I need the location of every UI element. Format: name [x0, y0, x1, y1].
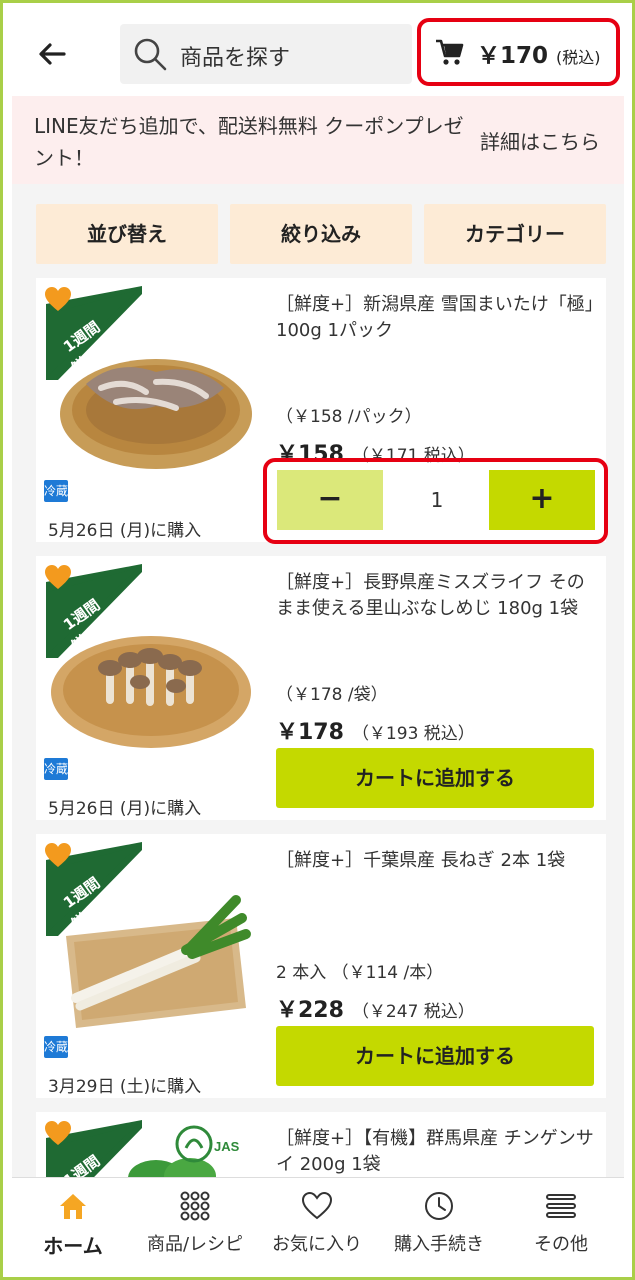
purchase-date: 5月26日 (月)に購入 [48, 799, 202, 819]
product-image-shimeji [51, 636, 251, 748]
promo-banner: LINE友だち追加で、配送料無料 クーポンプレゼント！ 詳細はこちら [12, 96, 624, 184]
add-to-cart-button[interactable]: カートに追加する [276, 1026, 594, 1086]
unit-price: 2 本入 （￥114 /本） [276, 963, 444, 983]
favorite-heart-icon[interactable] [44, 842, 72, 868]
search-input[interactable]: 商品を探す [120, 24, 412, 84]
cart-icon [436, 39, 464, 65]
product-price: ￥228 （￥247 税込） [276, 998, 475, 1023]
search-icon [134, 38, 167, 71]
nav-other[interactable]: その他 [500, 1178, 622, 1272]
filter-button[interactable]: 絞り込み [230, 204, 412, 264]
favorite-heart-icon[interactable] [44, 564, 72, 590]
purchase-date: 3月29日 (土)に購入 [48, 1077, 202, 1097]
unit-price: （￥158 /パック） [276, 407, 422, 427]
sort-button[interactable]: 並び替え [36, 204, 218, 264]
clock-icon [425, 1192, 453, 1220]
jas-organic-logo: JAS [175, 1125, 240, 1163]
cart-amount: ￥170 (税込) [477, 43, 601, 69]
decrease-quantity-button[interactable]: − [277, 470, 383, 530]
product-card[interactable]: 1週間鮮度保証 JAS ［鮮度+］【有機】群馬県産 チンゲンサイ 200g 1袋 [36, 1112, 606, 1177]
nav-checkout[interactable]: 購入手続き [378, 1178, 500, 1272]
product-name[interactable]: ［鮮度+］新潟県産 雪国まいたけ「極」100g 1パック [276, 292, 596, 344]
home-icon [60, 1194, 86, 1219]
bottom-navigation: ホーム 商品/レシピ お気に入り 購入手続き その他 [12, 1177, 624, 1271]
product-name[interactable]: ［鮮度+］千葉県産 長ねぎ 2本 1袋 [276, 848, 596, 874]
promo-message: LINE友だち追加で、配送料無料 クーポンプレゼント！ [34, 114, 464, 170]
nav-favorites[interactable]: お気に入り [256, 1178, 378, 1272]
heart-icon [301, 1191, 333, 1220]
favorite-heart-icon[interactable] [44, 1120, 72, 1146]
category-button[interactable]: カテゴリー [424, 204, 606, 264]
product-image-maitake [60, 359, 252, 469]
search-placeholder: 商品を探す [180, 46, 291, 71]
cart-total-button[interactable]: ￥170 (税込) [417, 18, 620, 86]
unit-price: （￥178 /袋） [276, 685, 388, 705]
header: 商品を探す ￥170 (税込) [12, 14, 624, 94]
promo-details-link[interactable]: 詳細はこちら [480, 126, 600, 155]
product-card[interactable]: 1週間 鮮度保証 冷蔵 5月26日 (月)に購入 ［鮮度+］長野県産ミスズライフ … [36, 556, 606, 820]
menu-icon [546, 1194, 576, 1218]
purchase-date: 5月26日 (月)に購入 [48, 521, 202, 541]
svg-text:JAS: JAS [214, 1139, 240, 1154]
refrigerated-badge: 冷蔵 [44, 758, 68, 780]
favorite-heart-icon[interactable] [44, 286, 72, 312]
add-to-cart-button[interactable]: カートに追加する [276, 748, 594, 808]
nav-products-recipes[interactable]: 商品/レシピ [134, 1178, 256, 1272]
refrigerated-badge: 冷蔵 [44, 1036, 68, 1058]
product-image-leek [66, 895, 251, 1028]
grid-icon [180, 1191, 210, 1221]
product-name[interactable]: ［鮮度+］【有機】群馬県産 チンゲンサイ 200g 1袋 [276, 1126, 596, 1177]
product-card[interactable]: 1週間 鮮度保証 冷蔵 3月29日 (土)に購入 ［鮮度+］千葉県産 長ねぎ 2本… [36, 834, 606, 1098]
product-name[interactable]: ［鮮度+］長野県産ミスズライフ そのまま使える里山ぶなしめじ 180g 1袋 [276, 570, 596, 622]
quantity-stepper: − 1 + [263, 458, 608, 544]
quantity-value: 1 [430, 488, 444, 512]
refrigerated-badge: 冷蔵 [44, 480, 68, 502]
nav-home[interactable]: ホーム [12, 1178, 134, 1272]
product-price: ￥178 （￥193 税込） [276, 720, 475, 745]
back-arrow-icon[interactable] [34, 36, 70, 72]
increase-quantity-button[interactable]: + [489, 470, 595, 530]
